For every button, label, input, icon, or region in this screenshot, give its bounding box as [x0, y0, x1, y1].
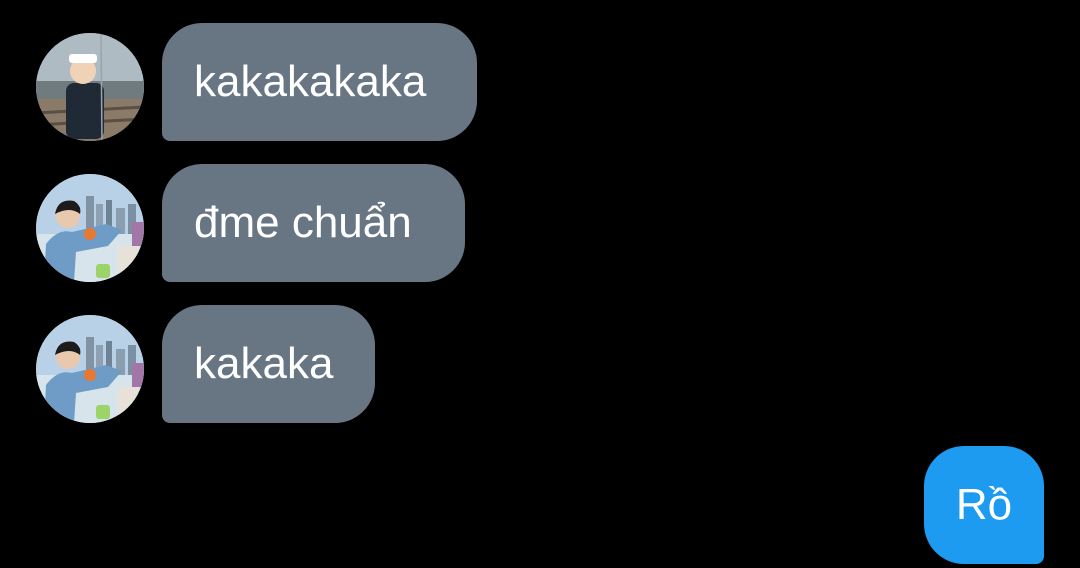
message-bubble[interactable]: kakaka	[162, 305, 375, 423]
message-bubble[interactable]: Rồ	[924, 446, 1044, 564]
message-text: kakakakaka	[194, 57, 427, 106]
message-text: kakaka	[194, 339, 334, 388]
message-text: Rồ	[955, 480, 1013, 529]
chat-thread: kakakakaka đme chuẩn kakaka Rồ	[0, 0, 1080, 568]
message-bubble[interactable]: đme chuẩn	[162, 164, 465, 282]
sender-avatar[interactable]	[36, 33, 144, 141]
message-row: kakakakaka	[0, 23, 1080, 141]
message-row: kakaka	[0, 305, 1080, 423]
child-photo-avatar-image	[36, 33, 144, 141]
message-text: đme chuẩn	[194, 198, 412, 247]
man-waterfront-photo-avatar-image	[36, 315, 144, 423]
message-bubble[interactable]: kakakakaka	[162, 23, 477, 141]
sender-avatar[interactable]	[36, 174, 144, 282]
message-row: Rồ	[0, 446, 1080, 564]
man-waterfront-photo-avatar-image	[36, 174, 144, 282]
message-row: đme chuẩn	[0, 164, 1080, 282]
sender-avatar[interactable]	[36, 315, 144, 423]
